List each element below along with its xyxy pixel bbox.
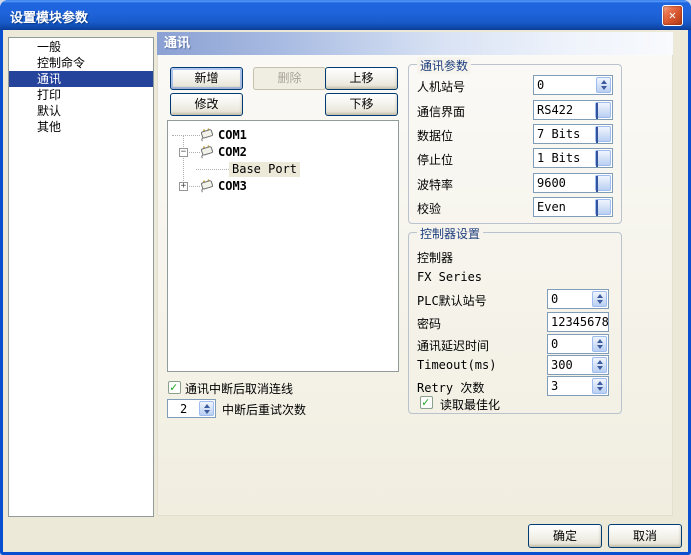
tree-item-base-port[interactable]: Base Port <box>229 162 300 177</box>
plc-station-label: PLC默认站号 <box>417 292 487 309</box>
sidebar-item-print[interactable]: 打印 <box>9 87 153 103</box>
disconnect-on-interrupt-label: 通讯中断后取消连线 <box>185 380 293 397</box>
retry-count-spinner[interactable]: 2 <box>167 399 216 418</box>
disconnect-on-interrupt-checkbox[interactable]: ✓ <box>168 381 181 394</box>
close-button[interactable]: ✕ <box>662 5 683 26</box>
chevron-down-icon[interactable] <box>595 102 611 118</box>
data-bits-combobox[interactable]: 7 Bits <box>533 124 613 144</box>
dialog-window: 设置模块参数 ✕ 一般 控制命令 通讯 打印 默认 其他 通讯 新增 删除 上移… <box>0 0 691 555</box>
plc-station-spinner[interactable]: 0 <box>547 289 609 309</box>
data-bits-label: 数据位 <box>417 127 453 144</box>
read-optimize-checkbox[interactable]: ✓ <box>420 396 433 409</box>
chevron-down-icon[interactable] <box>595 150 611 166</box>
controller-sublabel: 控制器 <box>417 249 453 266</box>
modify-button[interactable]: 修改 <box>170 93 243 116</box>
parity-label: 校验 <box>417 200 441 217</box>
tree-item-com2[interactable]: COM2 <box>218 145 247 160</box>
parity-combobox[interactable]: Even <box>533 197 613 217</box>
tree-guide-line <box>183 135 184 187</box>
add-button[interactable]: 新增 <box>170 67 243 90</box>
tree-guide-line <box>172 135 200 136</box>
hmi-station-value: 0 <box>537 77 544 93</box>
spinner-arrows-icon[interactable] <box>596 77 611 93</box>
serial-port-icon <box>199 179 215 193</box>
comm-params-group-title: 通讯参数 <box>417 57 471 74</box>
retry-count-label: 中断后重试次数 <box>222 401 306 418</box>
hmi-station-label: 人机站号 <box>417 78 465 95</box>
spinner-arrows-icon[interactable] <box>592 378 607 394</box>
tree-guide-line <box>196 169 229 170</box>
retry-times-spinner[interactable]: 3 <box>547 376 609 396</box>
delete-button: 删除 <box>253 67 326 90</box>
comm-delay-value: 0 <box>551 336 558 352</box>
serial-port-icon <box>199 145 215 159</box>
spinner-arrows-icon[interactable] <box>592 357 607 373</box>
com-port-tree: COM1 − COM2 Base Port + COM3 <box>167 120 399 372</box>
close-icon: ✕ <box>669 8 676 22</box>
serial-port-icon <box>199 128 215 142</box>
interface-combobox[interactable]: RS422 <box>533 100 613 120</box>
panel-title: 通讯 <box>164 36 190 51</box>
baud-rate-label: 波特率 <box>417 176 453 193</box>
chevron-down-icon[interactable] <box>595 126 611 142</box>
ok-button[interactable]: 确定 <box>528 524 602 548</box>
sidebar-item-other[interactable]: 其他 <box>9 119 153 135</box>
baud-rate-value: 9600 <box>537 175 566 191</box>
window-title: 设置模块参数 <box>10 7 88 26</box>
baud-rate-combobox[interactable]: 9600 <box>533 173 613 193</box>
comm-delay-spinner[interactable]: 0 <box>547 334 609 354</box>
spinner-arrows-icon[interactable] <box>199 401 214 416</box>
retry-times-label: Retry 次数 <box>417 379 484 396</box>
password-label: 密码 <box>417 315 441 332</box>
sidebar-item-general[interactable]: 一般 <box>9 39 153 55</box>
interface-value: RS422 <box>537 102 573 118</box>
read-optimize-label: 读取最佳化 <box>440 396 500 413</box>
comm-delay-label: 通讯延迟时间 <box>417 337 489 354</box>
data-bits-value: 7 Bits <box>537 126 580 142</box>
sidebar-item-communication[interactable]: 通讯 <box>9 71 153 87</box>
hmi-station-spinner[interactable]: 0 <box>533 75 613 95</box>
plc-station-value: 0 <box>551 291 558 307</box>
expand-icon[interactable]: + <box>179 182 188 191</box>
stop-bits-combobox[interactable]: 1 Bits <box>533 148 613 168</box>
checkmark-icon: ✓ <box>170 380 177 394</box>
panel-header: 通讯 <box>157 32 673 55</box>
sidebar-item-control-command[interactable]: 控制命令 <box>9 55 153 71</box>
parity-value: Even <box>537 199 566 215</box>
spinner-arrows-icon[interactable] <box>592 336 607 352</box>
category-list: 一般 控制命令 通讯 打印 默认 其他 <box>8 37 154 517</box>
cancel-button[interactable]: 取消 <box>608 524 682 548</box>
password-field[interactable]: 12345678 <box>547 312 609 332</box>
timeout-value: 300 <box>551 357 573 373</box>
retry-times-value: 3 <box>551 378 558 394</box>
sidebar-item-default[interactable]: 默认 <box>9 103 153 119</box>
timeout-spinner[interactable]: 300 <box>547 355 609 375</box>
retry-count-value: 2 <box>180 401 187 417</box>
interface-label: 通信界面 <box>417 103 465 120</box>
controller-group-title: 控制器设置 <box>417 225 483 242</box>
tree-item-com1[interactable]: COM1 <box>218 128 247 143</box>
move-down-button[interactable]: 下移 <box>325 93 398 116</box>
chevron-down-icon[interactable] <box>595 199 611 215</box>
tree-item-com3[interactable]: COM3 <box>218 179 247 194</box>
stop-bits-value: 1 Bits <box>537 150 580 166</box>
titlebar: 设置模块参数 ✕ <box>0 0 691 30</box>
checkmark-icon: ✓ <box>422 395 429 409</box>
collapse-icon[interactable]: − <box>179 148 188 157</box>
controller-model: FX Series <box>417 270 482 284</box>
spinner-arrows-icon[interactable] <box>592 291 607 307</box>
timeout-label: Timeout(ms) <box>417 358 496 372</box>
chevron-down-icon[interactable] <box>595 175 611 191</box>
password-value: 12345678 <box>551 314 609 330</box>
stop-bits-label: 停止位 <box>417 151 453 168</box>
move-up-button[interactable]: 上移 <box>325 67 398 90</box>
